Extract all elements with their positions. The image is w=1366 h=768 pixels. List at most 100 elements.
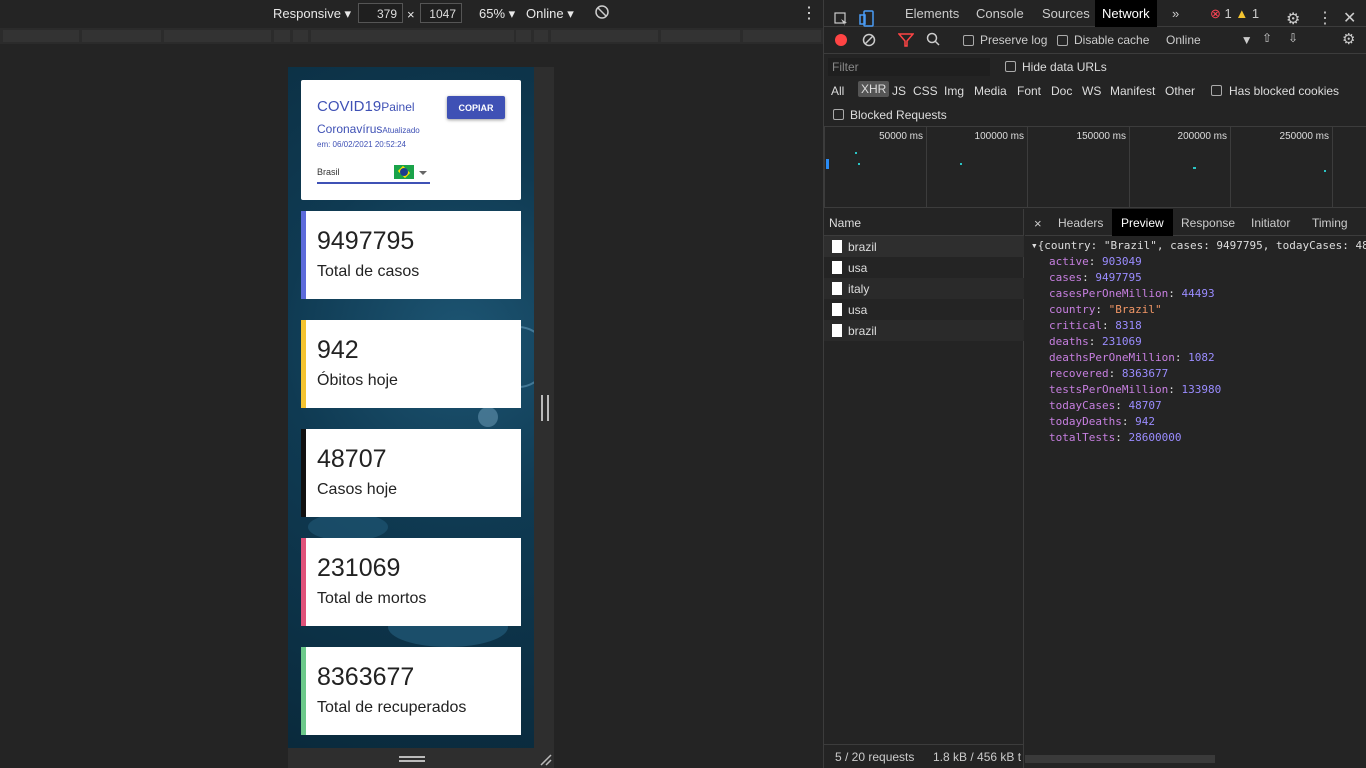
json-field-country: country: "Brazil" — [1049, 303, 1162, 316]
stat-label: Total de recuperados — [317, 699, 467, 716]
request-row-usa[interactable]: usa — [824, 299, 1024, 320]
stat-label: Óbitos hoje — [317, 372, 398, 389]
zoom-select[interactable]: 65% ▾ — [479, 6, 515, 22]
search-icon[interactable] — [926, 32, 940, 49]
blocked-requests-label: Blocked Requests — [850, 108, 947, 122]
type-filter-ws[interactable]: WS — [1082, 84, 1101, 98]
preserve-log-label: Preserve log — [980, 33, 1048, 47]
issues-counter[interactable]: ⊗ 1 ▲ 1 — [1210, 0, 1259, 27]
header-card: COVID19Painel CoronavírusAtualizado em: … — [301, 80, 521, 200]
type-filter-xhr[interactable]: XHR — [858, 81, 890, 97]
devtools-panel: Elements Console Sources Network » ⊗ 1 ▲… — [823, 0, 1366, 768]
json-key: recovered — [1049, 367, 1109, 380]
type-filter-other[interactable]: Other — [1165, 84, 1195, 98]
type-filter-manifest[interactable]: Manifest — [1110, 84, 1155, 98]
xhr-file-icon — [832, 282, 842, 295]
viewport-height-input[interactable]: 1047 — [420, 3, 462, 23]
blocked-requests-checkbox[interactable] — [833, 109, 844, 120]
json-field-recovered: recovered: 8363677 — [1049, 367, 1169, 380]
request-row-usa[interactable]: usa — [824, 257, 1024, 278]
more-tabs-icon[interactable]: » — [1172, 0, 1179, 27]
filter-icon[interactable] — [897, 33, 915, 50]
has-blocked-cookies-label: Has blocked cookies — [1229, 84, 1340, 98]
throttle-select[interactable]: Online ▾ — [526, 6, 574, 22]
horizontal-scrollbar[interactable] — [1025, 755, 1215, 763]
type-filter-doc[interactable]: Doc — [1051, 84, 1072, 98]
json-value: 903049 — [1102, 255, 1142, 268]
device-toggle-icon[interactable] — [859, 4, 875, 31]
import-har-icon[interactable]: ⇧ — [1262, 31, 1272, 45]
type-filter-js[interactable]: JS — [892, 84, 906, 98]
clear-icon[interactable] — [862, 33, 876, 50]
json-summary-row[interactable]: ▾{country: "Brazil", cases: 9497795, tod… — [1031, 239, 1366, 255]
tab-elements[interactable]: Elements — [905, 0, 959, 27]
type-filter-all[interactable]: All — [831, 84, 844, 98]
network-settings-gear-icon[interactable]: ⚙ — [1342, 30, 1355, 48]
hide-data-urls-checkbox[interactable] — [1005, 61, 1016, 72]
xhr-file-icon — [832, 240, 842, 253]
tab-sources[interactable]: Sources — [1042, 0, 1090, 27]
json-field-deaths: deaths: 231069 — [1049, 335, 1142, 348]
request-row-brazil[interactable]: brazil — [824, 320, 1024, 341]
request-row-italy[interactable]: italy — [824, 278, 1024, 299]
json-field-active: active: 903049 — [1049, 255, 1142, 268]
type-filter-css[interactable]: CSS — [913, 84, 938, 98]
stat-card-total-deaths: 231069 Total de mortos — [301, 538, 521, 626]
resize-handle-bottom[interactable] — [399, 756, 425, 762]
json-value: 8318 — [1115, 319, 1142, 332]
resize-handle-right[interactable] — [541, 395, 549, 421]
json-value: 48707 — [1128, 399, 1162, 412]
type-filter-img[interactable]: Img — [944, 84, 964, 98]
country-select[interactable]: Brasil — [317, 162, 430, 184]
tab-headers[interactable]: Headers — [1058, 209, 1103, 236]
settings-gear-icon[interactable]: ⚙ — [1286, 3, 1300, 30]
filter-input[interactable]: Filter — [828, 58, 990, 76]
preserve-log-checkbox[interactable] — [963, 35, 974, 46]
json-field-totalTests: totalTests: 28600000 — [1049, 431, 1182, 444]
more-options-icon[interactable]: ⋮ — [801, 3, 817, 23]
record-icon[interactable] — [834, 33, 848, 50]
json-key: todayCases — [1049, 399, 1116, 412]
error-count: 1 — [1224, 6, 1232, 21]
devtools-tab-bar: Elements Console Sources Network » ⊗ 1 ▲… — [824, 0, 1366, 30]
json-value: 9497795 — [1095, 271, 1142, 284]
device-mode-select[interactable]: Responsive ▾ — [273, 6, 351, 22]
network-timeline-overview[interactable]: 50000 ms 100000 ms 150000 ms 200000 ms 2… — [824, 126, 1366, 208]
close-devtools-icon[interactable]: ✕ — [1343, 2, 1356, 29]
tab-preview[interactable]: Preview — [1112, 209, 1173, 236]
export-har-icon[interactable]: ⇩ — [1288, 31, 1298, 45]
request-name: usa — [848, 303, 868, 317]
warning-icon: ▲ — [1235, 6, 1249, 21]
copy-button[interactable]: COPIAR — [447, 96, 505, 119]
json-field-testsPerOneMillion: testsPerOneMillion: 133980 — [1049, 383, 1222, 396]
disable-cache-checkbox[interactable] — [1057, 35, 1068, 46]
device-mode-label: Responsive — [273, 6, 341, 21]
request-row-brazil[interactable]: brazil — [824, 236, 1024, 257]
device-emulation-pane: Responsive ▾ 379 × 1047 65% ▾ Online ▾ ⋮… — [0, 0, 823, 768]
has-blocked-cookies-checkbox[interactable] — [1211, 85, 1222, 96]
json-field-todayCases: todayCases: 48707 — [1049, 399, 1162, 412]
devtools-menu-icon[interactable]: ⋮ — [1317, 2, 1333, 29]
tab-response[interactable]: Response — [1181, 209, 1235, 236]
viewport-width-input[interactable]: 379 — [358, 3, 403, 23]
network-status-bar: 5 / 20 requests 1.8 kB / 456 kB t — [824, 744, 1024, 768]
resize-corner-icon[interactable] — [540, 754, 552, 766]
json-key: critical — [1049, 319, 1102, 332]
xhr-file-icon — [832, 303, 842, 316]
type-filter-font[interactable]: Font — [1017, 84, 1041, 98]
type-filter-media[interactable]: Media — [974, 84, 1007, 98]
close-detail-icon[interactable]: × — [1034, 209, 1042, 236]
json-key: deathsPerOneMillion — [1049, 351, 1175, 364]
tab-console[interactable]: Console — [976, 0, 1024, 27]
name-column-header[interactable]: Name — [824, 209, 1024, 236]
request-count: 5 / 20 requests — [835, 750, 915, 764]
rotate-icon[interactable] — [594, 4, 610, 23]
stat-card-total-cases: 9497795 Total de casos — [301, 211, 521, 299]
request-name: brazil — [848, 240, 877, 254]
stat-card-cases-today: 48707 Casos hoje — [301, 429, 521, 517]
hide-data-urls-label: Hide data URLs — [1022, 60, 1107, 74]
tab-initiator[interactable]: Initiator — [1251, 209, 1290, 236]
tab-network[interactable]: Network — [1095, 0, 1157, 27]
network-throttle-select[interactable]: Online ▼ — [1166, 33, 1253, 47]
tab-timing[interactable]: Timing — [1312, 209, 1348, 236]
